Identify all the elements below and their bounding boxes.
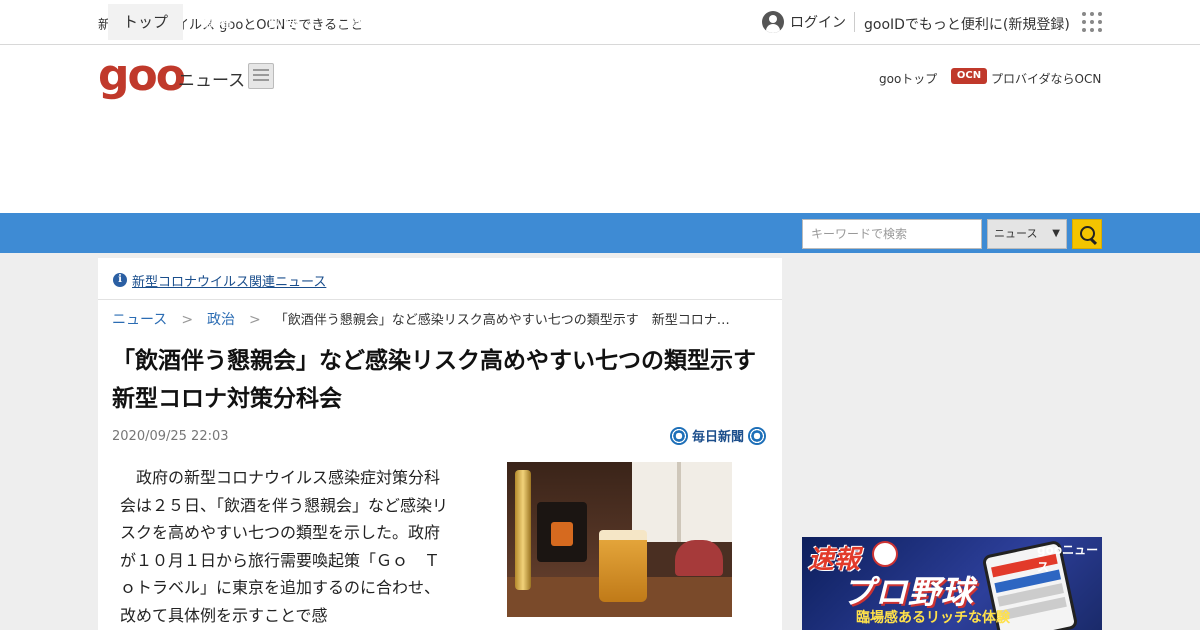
article-headline: 「飲酒伴う懇親会」など感染リスク高めやすい七つの類型示す 新型コロナ対策分科会	[112, 348, 779, 412]
info-icon: i	[113, 273, 127, 287]
app-grid-icon[interactable]	[1082, 12, 1102, 32]
search-input[interactable]	[802, 219, 982, 249]
article-column: i 新型コロナウイルス関連ニュース ニュース > 政治 > 「飲酒伴う懇親会」など感染リ…	[98, 258, 782, 630]
ocn-provider-link[interactable]: プロバイダならOCN	[991, 70, 1101, 87]
corona-news-link[interactable]: 新型コロナウイルス関連ニュース	[132, 271, 326, 290]
tab-ranking[interactable]: ランキング	[398, 11, 473, 32]
goo-top-link[interactable]: gooトップ	[879, 70, 937, 87]
mainichi-emblem-icon	[748, 426, 767, 445]
breadcrumb-current: 「飲酒伴う懇親会」など感染リスク高めやすい七つの類型示す 新型コロナ…	[274, 313, 730, 328]
tab-new[interactable]: 新着	[203, 11, 233, 32]
search-scope-value: ニュース	[994, 227, 1038, 240]
register-link[interactable]: gooIDでもっと便利に(新規登録)	[864, 14, 1070, 34]
mainichi-emblem-icon	[670, 426, 688, 445]
news-logo-label[interactable]: ニュース	[178, 66, 245, 91]
divider	[854, 12, 855, 32]
tab-top[interactable]: トップ	[108, 4, 183, 40]
tab-today-news[interactable]: 今日のニュース	[508, 11, 612, 32]
article-date: 2020/09/25 22:03	[112, 429, 229, 444]
search-scope-select[interactable]: ニュース ▼	[987, 219, 1067, 249]
chevron-down-icon: ▼	[1052, 228, 1060, 239]
ocn-logo-icon: OCN	[951, 68, 987, 84]
login-label: ログイン	[790, 15, 846, 31]
newspaper-icon	[248, 63, 274, 89]
login-button[interactable]: ログイン	[762, 11, 846, 33]
breadcrumb-separator: >	[249, 312, 261, 328]
banner-subtitle: 臨場感あるリッチな体験	[856, 610, 1010, 626]
tab-video[interactable]: 動画	[268, 11, 298, 32]
source-name: 毎日新聞	[692, 430, 745, 445]
search-button[interactable]	[1072, 219, 1102, 249]
corona-notice: i 新型コロナウイルス関連ニュース	[98, 258, 782, 300]
banner-sokuho: 速報	[808, 545, 861, 575]
tab-sports-live[interactable]: スポーツ速報	[648, 11, 738, 32]
banner-goo-badge: gooニュース	[1037, 543, 1099, 574]
breadcrumb-separator: >	[181, 312, 194, 328]
article-photo[interactable]	[507, 462, 732, 617]
goo-logo[interactable]: goo	[98, 54, 186, 98]
user-icon	[762, 11, 784, 33]
breadcrumb-politics[interactable]: 政治	[207, 312, 235, 328]
source-logo[interactable]: 毎日新聞	[670, 426, 767, 445]
breadcrumb: ニュース > 政治 > 「飲酒伴う懇親会」など感染リスク高めやすい七つの類型示す 新型コ…	[112, 309, 730, 329]
tab-photo[interactable]: 写真	[333, 11, 363, 32]
baseball-live-banner[interactable]: 速報 gooニュース プロ野球 臨場感あるリッチな体験	[802, 537, 1102, 630]
baseball-icon	[872, 541, 898, 567]
article-body: 政府の新型コロナウイルス感染症対策分科会は２５日、「飲酒を伴う懇親会」など感染リ…	[120, 468, 449, 625]
breadcrumb-news[interactable]: ニュース	[112, 312, 167, 328]
